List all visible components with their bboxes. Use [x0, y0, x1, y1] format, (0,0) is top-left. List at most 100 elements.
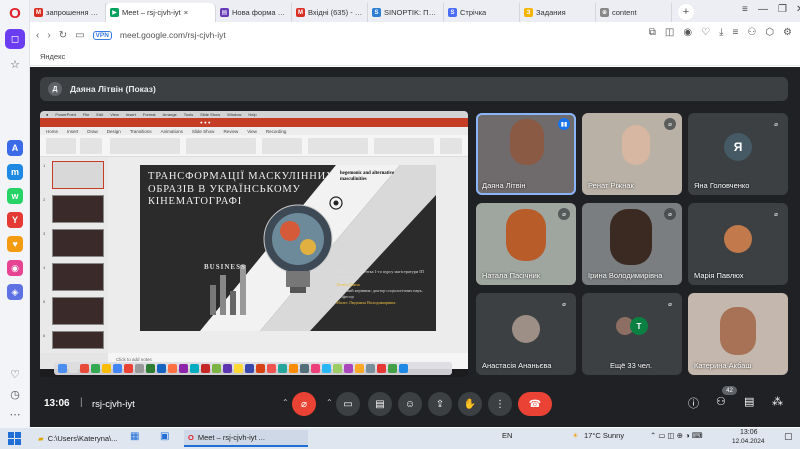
camera-icon[interactable]: ▭: [75, 30, 84, 41]
captions-button[interactable]: ▤: [368, 392, 392, 416]
tab-label: запрошення на к: [46, 8, 101, 17]
chevron-up-icon[interactable]: ⌃: [326, 398, 333, 407]
tab-7[interactable]: ⊕ content: [596, 3, 672, 22]
tab-3[interactable]: M Вхідні (635) - k.a.: [292, 3, 368, 22]
tab-1[interactable]: ▶ Meet – rsj-cjvh-iyt ×: [106, 3, 216, 22]
meet-control-bar: 13:06 | rsj-cjvh-iyt ⌃ ⌀ ⌃ ▭ ▤ ☺ ⇪ ✋ ⋮ ☎…: [30, 385, 800, 427]
speaking-icon: ▮▮: [558, 118, 570, 130]
taskbar-explorer[interactable]: ▰ C:\Users\Kateryna\...: [34, 430, 121, 447]
activities-icon[interactable]: ⁂: [772, 395, 783, 408]
tab-5[interactable]: S Стрічка: [444, 3, 520, 22]
forward-icon[interactable]: ›: [47, 30, 50, 41]
camera-toggle-button[interactable]: ▭: [336, 392, 360, 416]
participant-tile[interactable]: ⌀ Анастасія Ананьєва: [476, 293, 576, 375]
feed-icon: S: [448, 8, 457, 17]
tab-4[interactable]: S SINOPTIK: Погод: [368, 3, 444, 22]
search-tabs-icon[interactable]: ≡: [742, 4, 748, 15]
slide-thumb[interactable]: [52, 331, 104, 349]
snapshot-icon[interactable]: ◫: [665, 27, 674, 38]
heart-icon[interactable]: ♡: [5, 364, 25, 384]
history-icon[interactable]: ◷: [5, 384, 25, 404]
slide-thumb[interactable]: [52, 263, 104, 291]
notification-icon[interactable]: ▢: [784, 431, 793, 442]
participant-tile[interactable]: Катерина Акбаш: [688, 293, 788, 375]
bookmark-yandex[interactable]: Яндекс: [40, 52, 65, 61]
workspace-icon[interactable]: ◻: [5, 29, 25, 49]
reactions-button[interactable]: ☺: [398, 392, 422, 416]
store-icon[interactable]: ▦: [130, 431, 139, 442]
participant-tile[interactable]: ⌀ Ренат Ріжнак: [582, 113, 682, 195]
participant-avatar: Я: [724, 133, 752, 161]
back-icon[interactable]: ‹: [36, 30, 39, 41]
participant-tile[interactable]: ⌀ Ірина Володимирівна: [582, 203, 682, 285]
slide-thumb[interactable]: [52, 297, 104, 325]
yandex-icon[interactable]: Y: [7, 212, 23, 228]
participant-tile-more[interactable]: Т ⌀ Ещё 33 чел.: [582, 293, 682, 375]
whatsapp-icon[interactable]: w: [7, 188, 23, 204]
tab-label: Задания: [536, 8, 566, 17]
opera-logo-icon[interactable]: O: [5, 3, 25, 23]
leave-call-button[interactable]: ☎: [518, 392, 552, 416]
close-tab-icon[interactable]: ×: [184, 8, 188, 17]
menu-icon[interactable]: ≡: [732, 27, 738, 38]
taskbar-date[interactable]: 12.04.2024: [732, 438, 765, 445]
url-field[interactable]: meet.google.com/rsj-cjvh-iyt: [120, 30, 226, 40]
participant-video: [506, 209, 546, 261]
chat-icon[interactable]: ▤: [744, 395, 754, 408]
participant-tile[interactable]: ⌀ Натала Пасічник: [476, 203, 576, 285]
new-tab-button[interactable]: +: [678, 4, 694, 20]
address-actions: ⧉ ◫ ◉ ♡ ⤓ ≡ ⚇ ⬡ ⚙: [649, 27, 792, 38]
chevron-up-icon[interactable]: ⌃: [282, 398, 289, 407]
taskbar-opera[interactable]: O Meet – rsj-cjvh-iyt ...: [184, 430, 308, 447]
reload-icon[interactable]: ↻: [59, 30, 67, 41]
app-store-icon[interactable]: A: [7, 140, 23, 156]
people-icon[interactable]: ⚇: [716, 395, 726, 408]
participant-tile[interactable]: ▮▮ Даяна Літвін: [476, 113, 576, 195]
download-icon[interactable]: ⤓: [719, 27, 723, 38]
tab-0[interactable]: Mзапрошення на к: [30, 3, 106, 22]
home-icon[interactable]: ☆: [5, 54, 25, 74]
taskbar-time[interactable]: 13:06: [740, 429, 758, 436]
language-indicator[interactable]: EN: [502, 431, 512, 440]
app-icon[interactable]: ◉: [7, 260, 23, 276]
slide: ТРАНСФОРМАЦІЇ МАСКУЛІННИХ ОБРАЗІВ В УКРА…: [140, 165, 436, 331]
participant-name: Анастасія Ананьєва: [482, 361, 552, 370]
more-icon[interactable]: ⋯: [5, 404, 25, 424]
video-icon[interactable]: ◉: [683, 27, 692, 38]
profile-icon[interactable]: ⚇: [747, 27, 756, 38]
start-icon[interactable]: [8, 432, 21, 445]
app-icon-2[interactable]: ◈: [7, 284, 23, 300]
heart-icon[interactable]: ♡: [701, 27, 710, 38]
slide-thumb[interactable]: [52, 195, 104, 223]
minimize-icon[interactable]: —: [758, 4, 768, 15]
participant-name: Яна Головченко: [694, 181, 750, 190]
raise-hand-button[interactable]: ✋: [458, 392, 482, 416]
participant-tile[interactable]: ⌀ Марія Павлюх: [688, 203, 788, 285]
close-window-icon[interactable]: ✕: [796, 4, 800, 15]
more-options-button[interactable]: ⋮: [488, 392, 512, 416]
messenger-icon[interactable]: m: [7, 164, 23, 180]
weather-text[interactable]: 17°C Sunny: [584, 431, 624, 440]
slide-info-author-role: Виконала: студентка 1-го курсу магістрат…: [336, 269, 424, 281]
slide-thumb[interactable]: [52, 161, 104, 189]
share-icon[interactable]: ⧉: [649, 27, 656, 38]
settings-icon[interactable]: ⚙: [783, 27, 792, 38]
tab-6[interactable]: З Задания: [520, 3, 596, 22]
mic-toggle-button[interactable]: ⌀: [292, 392, 316, 416]
cube-icon[interactable]: ⬡: [765, 27, 774, 38]
participant-tile[interactable]: Я ⌀ Яна Головченко: [688, 113, 788, 195]
present-button[interactable]: ⇪: [428, 392, 452, 416]
presenter-avatar: Д: [48, 82, 62, 96]
participant-name: Даяна Літвін: [482, 181, 526, 190]
gift-icon[interactable]: ♥: [7, 236, 23, 252]
meet-icon: ▶: [110, 8, 119, 17]
app-icon[interactable]: ▣: [160, 431, 169, 442]
maximize-icon[interactable]: ❐: [778, 4, 787, 15]
mic-off-icon: ⌀: [664, 118, 676, 130]
tab-2[interactable]: ▤ Нова форма - G: [216, 3, 292, 22]
tab-label: content: [612, 8, 637, 17]
vpn-badge[interactable]: VPN: [92, 30, 112, 40]
tray-icons[interactable]: ⌃ ▭ ◫ ⊕ ◑ ⌨: [650, 431, 703, 440]
slide-thumb[interactable]: [52, 229, 104, 257]
info-icon[interactable]: ⓘ: [688, 395, 699, 411]
